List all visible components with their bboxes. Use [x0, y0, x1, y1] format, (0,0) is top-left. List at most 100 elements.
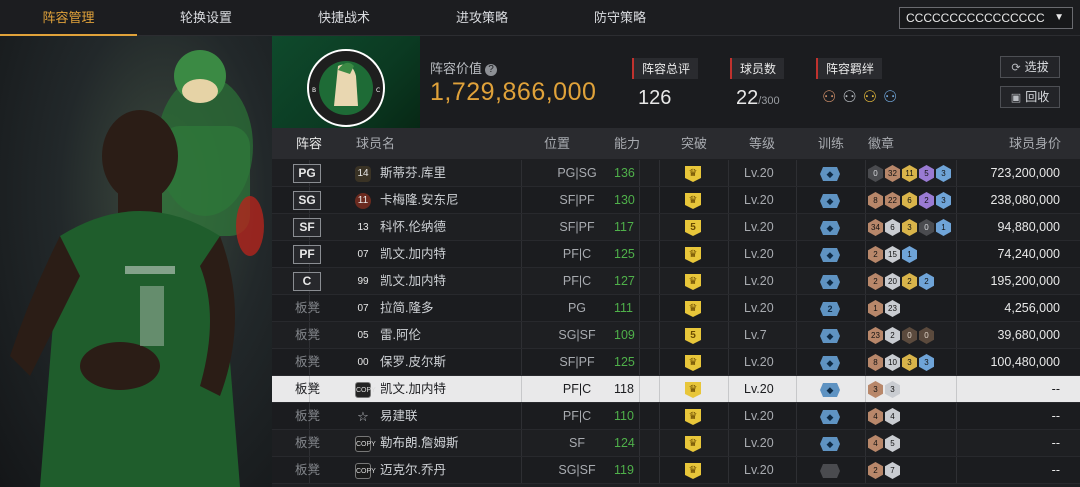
badge-hex-icon[interactable]: 3 [902, 354, 917, 371]
tab-quick-tactics[interactable]: 快捷战术 [275, 0, 413, 36]
player-name[interactable]: 雷.阿伦 [380, 322, 421, 349]
tab-defense-strategy[interactable]: 防守策略 [551, 0, 689, 36]
training-icon[interactable]: ◆ [820, 167, 840, 181]
player-name[interactable]: 凯文.加内特 [380, 241, 446, 268]
badge-hex-icon[interactable]: 3 [936, 192, 951, 209]
lineup-position-badge[interactable]: SG [293, 191, 321, 210]
training-icon[interactable]: ◆ [820, 410, 840, 424]
badge-hex-icon[interactable]: 20 [885, 273, 900, 290]
badge-hex-icon[interactable]: 2 [902, 273, 917, 290]
crown-icon[interactable]: ♛ [685, 193, 701, 209]
lineup-position-badge[interactable]: SF [293, 218, 321, 237]
table-row[interactable]: 板凳 COPY 凯文.加内特 PF|C 118 ♛ Lv.20 ◆ 3 3 -- [272, 376, 1080, 403]
tab-offense-strategy[interactable]: 进攻策略 [413, 0, 551, 36]
player-name[interactable]: 卡梅隆.安东尼 [380, 187, 458, 214]
breakthrough-level-icon[interactable]: 5 [685, 220, 701, 236]
crown-icon[interactable]: ♛ [685, 382, 701, 398]
table-row[interactable]: 板凳 05 雷.阿伦 SG|SF 109 5 Lv.7 ◆ 23 2 0 0 39,680,000 [272, 322, 1080, 349]
training-icon[interactable]: ◆ [820, 275, 840, 289]
breakthrough-level-icon[interactable]: 5 [685, 328, 701, 344]
player-name[interactable]: 科怀.伦纳德 [380, 214, 446, 241]
badge-hex-icon[interactable]: 3 [919, 354, 934, 371]
training-icon[interactable]: ◆ [820, 437, 840, 451]
badge-hex-icon[interactable]: 1 [868, 300, 883, 317]
training-icon[interactable]: ◆ [820, 194, 840, 208]
badge-hex-icon[interactable]: 8 [868, 192, 883, 209]
training-icon[interactable] [820, 464, 840, 478]
col-rating[interactable]: 能力 [614, 128, 640, 159]
badge-hex-icon[interactable]: 1 [936, 219, 951, 236]
player-name[interactable]: 勒布朗.詹姆斯 [380, 430, 458, 457]
badge-hex-icon[interactable]: 1 [902, 246, 917, 263]
training-icon[interactable]: ◆ [820, 248, 840, 262]
badge-hex-icon[interactable]: 22 [885, 192, 900, 209]
recycle-button[interactable]: ▣ 回收 [1000, 86, 1060, 108]
badge-hex-icon[interactable]: 6 [885, 219, 900, 236]
player-name[interactable]: 迈克尔.乔丹 [380, 457, 446, 484]
table-row[interactable]: 板凳 COPY 勒布朗.詹姆斯 SF 124 ♛ Lv.20 ◆ 4 5 -- [272, 430, 1080, 457]
tab-lineup-management[interactable]: 阵容管理 [0, 0, 137, 36]
col-breakthrough[interactable]: 突破 [681, 128, 707, 159]
badge-hex-icon[interactable]: 6 [902, 192, 917, 209]
crown-icon[interactable]: ♛ [685, 436, 701, 452]
player-name[interactable]: 易建联 [380, 403, 418, 430]
col-player-name[interactable]: 球员名 [356, 128, 395, 159]
training-icon[interactable]: ◆ [820, 383, 840, 397]
crown-icon[interactable]: ♛ [685, 355, 701, 371]
table-row[interactable]: SF 13 科怀.伦纳德 SF|PF 117 5 Lv.20 ◆ 34 6 3 0 1 94,880,00… [272, 214, 1080, 241]
badge-hex-icon[interactable]: 5 [919, 165, 934, 182]
lineup-position-badge[interactable]: PG [293, 164, 321, 183]
badge-hex-icon[interactable]: 0 [868, 165, 883, 182]
badge-hex-icon[interactable]: 4 [868, 408, 883, 425]
crown-icon[interactable]: ♛ [685, 301, 701, 317]
badge-hex-icon[interactable]: 2 [919, 192, 934, 209]
table-row[interactable]: 板凳 COPY 迈克尔.乔丹 SG|SF 119 ♛ Lv.20 2 7 -- [272, 457, 1080, 484]
badge-hex-icon[interactable]: 5 [885, 435, 900, 452]
select-players-button[interactable]: ⟳ 选拔 [1000, 56, 1060, 78]
badge-hex-icon[interactable]: 23 [868, 327, 883, 344]
table-row[interactable]: C 99 凯文.加内特 PF|C 127 ♛ Lv.20 ◆ 2 20 2 2 195,200,000 [272, 268, 1080, 295]
badge-hex-icon[interactable]: 0 [902, 327, 917, 344]
crown-icon[interactable]: ♛ [685, 274, 701, 290]
team-select[interactable]: CCCCCCCCCCCCCCCC ▼ [899, 7, 1073, 29]
col-badges[interactable]: 徽章 [868, 128, 894, 159]
chemistry-gold-icon[interactable]: ⚇ [863, 87, 877, 107]
badge-hex-icon[interactable]: 2 [885, 327, 900, 344]
badge-hex-icon[interactable]: 3 [902, 219, 917, 236]
table-row[interactable]: 板凳 ☆ 易建联 PF|C 110 ♛ Lv.20 ◆ 4 4 -- [272, 403, 1080, 430]
col-lineup[interactable]: 阵容 [296, 128, 322, 159]
crown-icon[interactable]: ♛ [685, 463, 701, 479]
chemistry-silver-icon[interactable]: ⚇ [842, 87, 856, 107]
badge-hex-icon[interactable]: 15 [885, 246, 900, 263]
col-value[interactable]: 球员身价 [1009, 128, 1061, 159]
badge-hex-icon[interactable]: 23 [885, 300, 900, 317]
badge-hex-icon[interactable]: 4 [868, 435, 883, 452]
table-row[interactable]: 板凳 07 拉简.隆多 PG 111 ♛ Lv.20 2 1 23 4,256,000 [272, 295, 1080, 322]
badge-hex-icon[interactable]: 32 [885, 165, 900, 182]
tab-rotation-settings[interactable]: 轮换设置 [137, 0, 275, 36]
player-name[interactable]: 保罗.皮尔斯 [380, 349, 446, 376]
col-training[interactable]: 训练 [818, 128, 844, 159]
table-row[interactable]: 板凳 00 保罗.皮尔斯 SF|PF 125 ♛ Lv.20 ◆ 8 10 3 3 100,480,00… [272, 349, 1080, 376]
table-row[interactable]: PG 14 斯蒂芬.库里 PG|SG 136 ♛ Lv.20 ◆ 0 32 11 5 3 723,200,… [272, 160, 1080, 187]
training-icon[interactable]: ◆ [820, 221, 840, 235]
badge-hex-icon[interactable]: 0 [919, 327, 934, 344]
badge-hex-icon[interactable]: 34 [868, 219, 883, 236]
badge-hex-icon[interactable]: 8 [868, 354, 883, 371]
player-name[interactable]: 凯文.加内特 [380, 376, 446, 403]
col-level[interactable]: 等级 [749, 128, 775, 159]
chemistry-blue-icon[interactable]: ⚇ [883, 87, 897, 107]
badge-hex-icon[interactable]: 3 [885, 381, 900, 398]
badge-hex-icon[interactable]: 0 [919, 219, 934, 236]
training-icon[interactable]: ◆ [820, 356, 840, 370]
crown-icon[interactable]: ♛ [685, 247, 701, 263]
badge-hex-icon[interactable]: 10 [885, 354, 900, 371]
table-row[interactable]: PF 07 凯文.加内特 PF|C 125 ♛ Lv.20 ◆ 2 15 1 74,240,000 [272, 241, 1080, 268]
badge-hex-icon[interactable]: 2 [868, 246, 883, 263]
badge-hex-icon[interactable]: 3 [936, 165, 951, 182]
player-name[interactable]: 拉简.隆多 [380, 295, 433, 322]
lineup-position-badge[interactable]: C [293, 272, 321, 291]
question-mark-icon[interactable]: ? [485, 63, 498, 76]
badge-hex-icon[interactable]: 2 [868, 462, 883, 479]
col-position[interactable]: 位置 [544, 128, 570, 159]
